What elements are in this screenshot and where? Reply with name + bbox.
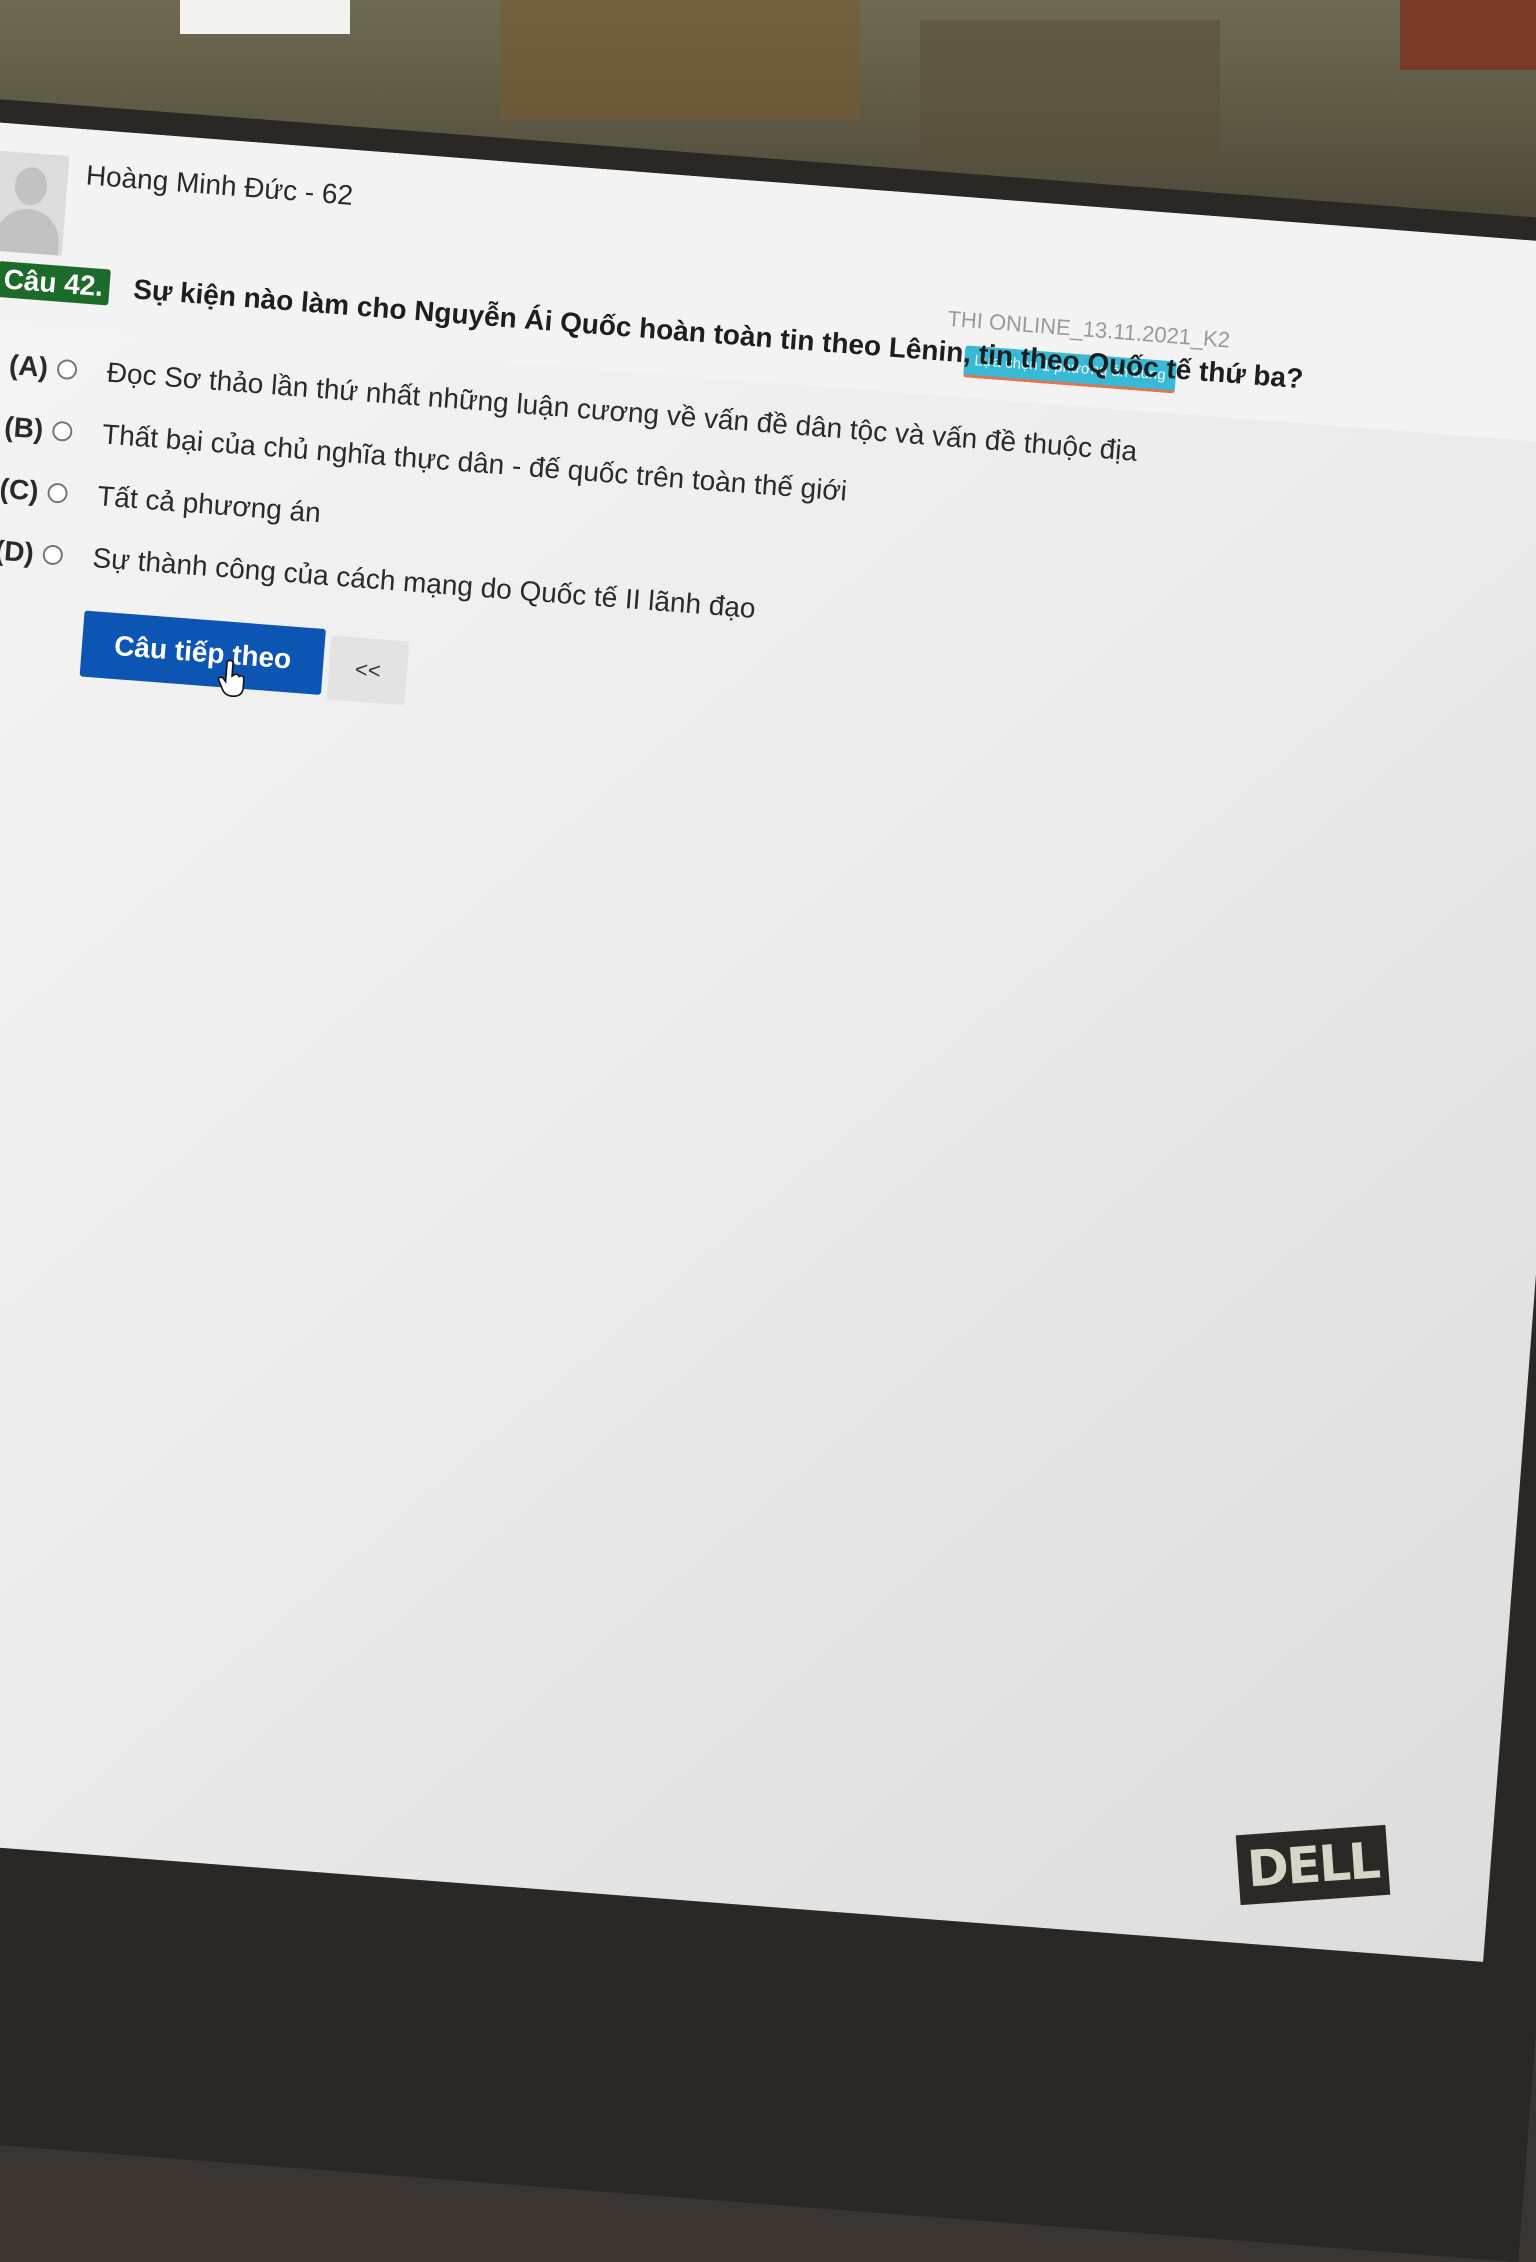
exam-screen: Hoàng Minh Đức - 62 THI ONLINE_13.11.202… (0, 118, 1536, 1962)
radio-icon[interactable] (42, 544, 64, 566)
background-frame (920, 20, 1220, 160)
option-text: Tất cả phương án (96, 480, 322, 529)
option-letter: (B) (3, 410, 45, 445)
background-light (180, 0, 350, 34)
dell-logo: DELL (1235, 1824, 1391, 1906)
background-shelf (500, 0, 860, 120)
option-letter: (C) (0, 472, 40, 507)
option-letter: (A) (8, 349, 50, 383)
option-letter: (D) (0, 534, 35, 569)
avatar-head (13, 166, 49, 207)
avatar-placeholder-icon (0, 150, 70, 256)
next-question-button[interactable]: Câu tiếp theo (79, 610, 326, 695)
previous-question-button[interactable]: << (326, 635, 410, 706)
background-object (1400, 0, 1536, 70)
hand-cursor-icon (217, 659, 245, 697)
radio-icon[interactable] (56, 358, 78, 381)
radio-icon[interactable] (46, 482, 69, 504)
radio-icon[interactable] (51, 420, 74, 443)
avatar-body (0, 206, 62, 256)
